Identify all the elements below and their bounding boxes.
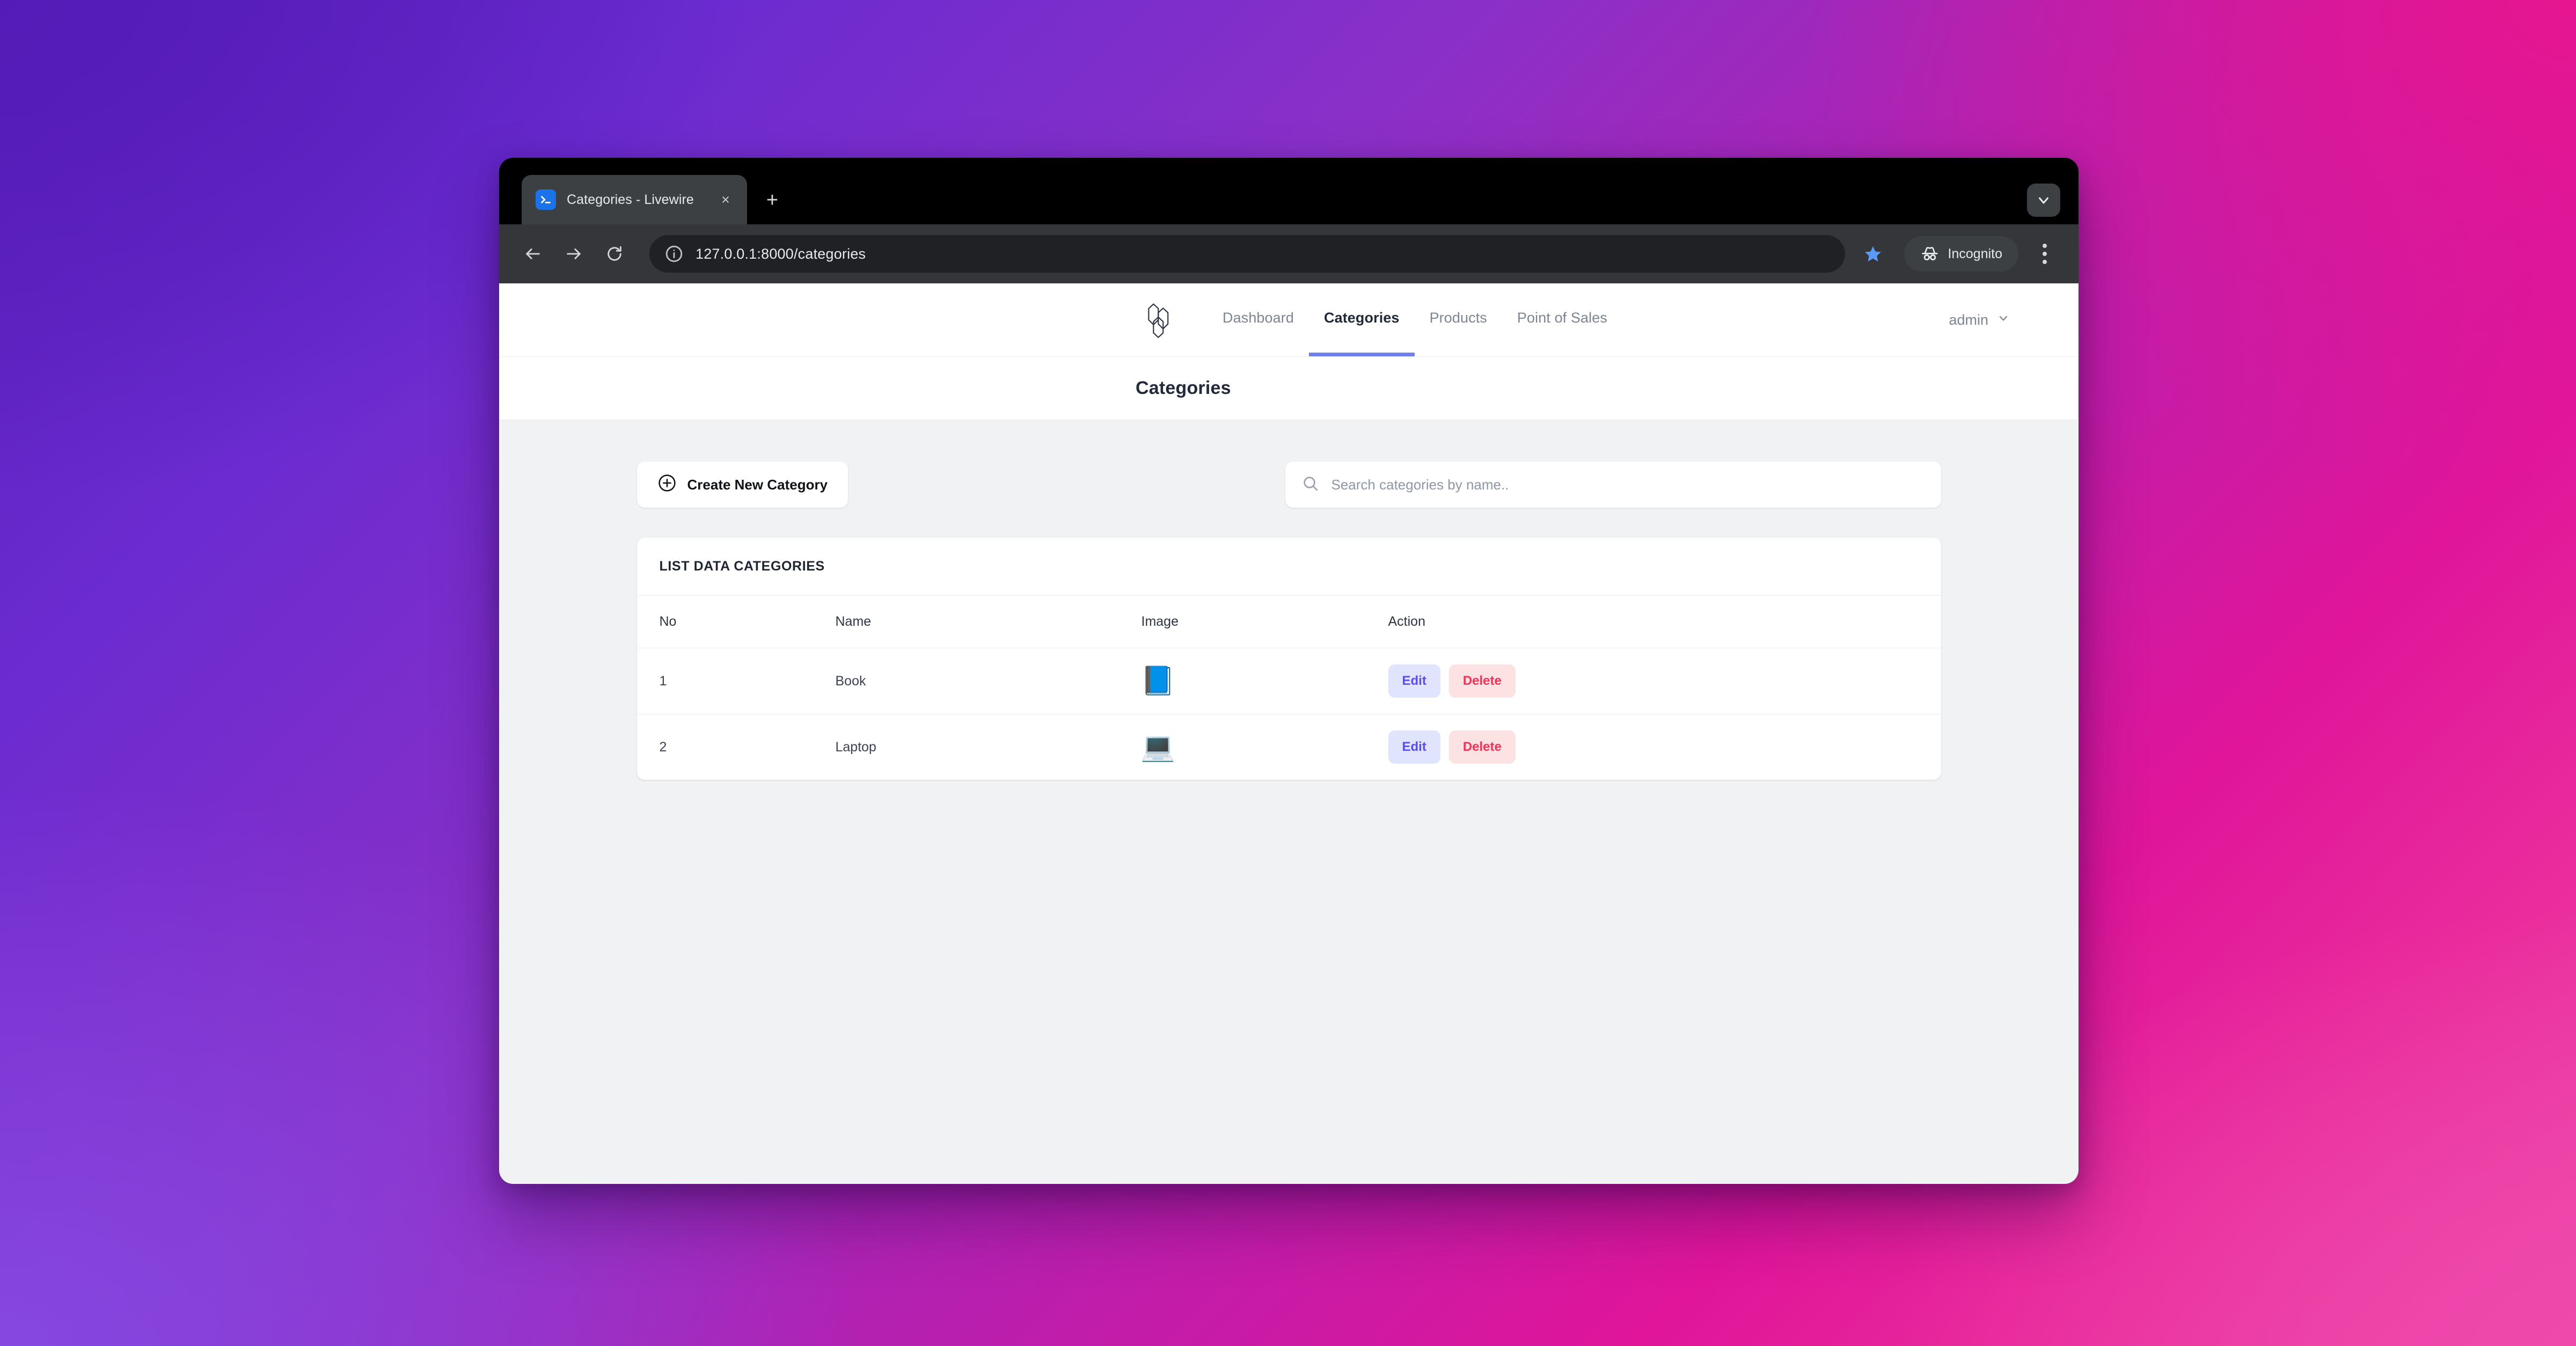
cell-image: 💻 bbox=[1140, 714, 1388, 780]
browser-window: Categories - Livewire × + 127.0.0.1:8000… bbox=[499, 158, 2079, 1184]
terminal-favicon bbox=[536, 189, 556, 210]
nav-links: Dashboard Categories Products Point of S… bbox=[1208, 283, 1622, 356]
cell-action: Edit Delete bbox=[1388, 714, 1941, 780]
categories-table: No Name Image Action 1 Book � bbox=[636, 596, 1941, 780]
table-head: No Name Image Action bbox=[636, 596, 1941, 648]
cell-image: 📘 bbox=[1140, 648, 1388, 714]
incognito-indicator[interactable]: Incognito bbox=[1904, 236, 2018, 272]
row-actions: Edit Delete bbox=[1388, 664, 1941, 698]
card-heading: LIST DATA CATEGORIES bbox=[636, 538, 1941, 596]
cell-name: Laptop bbox=[835, 739, 876, 755]
create-new-category-button[interactable]: Create New Category bbox=[636, 462, 848, 508]
app-navbar: Dashboard Categories Products Point of S… bbox=[499, 283, 2079, 356]
delete-button[interactable]: Delete bbox=[1448, 664, 1516, 698]
table-body: 1 Book 📘 Edit Delete 2 Laptop 💻 Edit Del… bbox=[636, 648, 1941, 780]
edit-button[interactable]: Edit bbox=[1388, 730, 1440, 764]
cell-name: Book bbox=[835, 648, 1141, 714]
column-header-name: Name bbox=[835, 596, 1141, 648]
content-container: Create New Category LIST DATA CATE bbox=[636, 462, 1941, 780]
bookmark-star-icon[interactable] bbox=[1854, 236, 1892, 272]
nav-item-products[interactable]: Products bbox=[1415, 283, 1502, 356]
row-actions: Edit Delete bbox=[1388, 730, 1941, 764]
search-input[interactable] bbox=[1331, 476, 1925, 493]
search-icon bbox=[1301, 474, 1320, 495]
cell-no: 2 bbox=[659, 739, 667, 755]
back-icon[interactable] bbox=[515, 236, 551, 272]
user-menu[interactable]: admin bbox=[1949, 312, 2037, 328]
column-header-image: Image bbox=[1141, 596, 1388, 648]
laptop-image: 💻 bbox=[1140, 731, 1175, 763]
nav-item-categories[interactable]: Categories bbox=[1309, 283, 1415, 356]
nav-item-dashboard[interactable]: Dashboard bbox=[1208, 283, 1309, 356]
search-box[interactable] bbox=[1285, 462, 1941, 508]
page-viewport: Dashboard Categories Products Point of S… bbox=[499, 283, 2079, 1184]
chevron-down-icon bbox=[1997, 312, 2010, 328]
browser-tab-strip: Categories - Livewire × + bbox=[499, 158, 2079, 224]
page-content: Create New Category LIST DATA CATE bbox=[499, 420, 2079, 1184]
tab-title: Categories - Livewire bbox=[567, 192, 694, 207]
plus-circle-icon bbox=[657, 473, 677, 496]
page-header: Categories bbox=[499, 356, 2079, 420]
new-tab-button[interactable]: + bbox=[757, 185, 788, 216]
create-new-category-label: Create New Category bbox=[687, 476, 828, 493]
book-image: 📘 bbox=[1140, 665, 1175, 697]
delete-button[interactable]: Delete bbox=[1448, 730, 1516, 764]
browser-menu-icon[interactable] bbox=[2029, 236, 2060, 272]
laravel-logo[interactable] bbox=[1143, 300, 1182, 340]
address-bar[interactable]: 127.0.0.1:8000/categories bbox=[649, 235, 1845, 273]
reload-icon[interactable] bbox=[597, 236, 632, 272]
site-info-icon[interactable] bbox=[664, 244, 684, 264]
page-title: Categories bbox=[1136, 378, 1231, 398]
close-icon[interactable]: × bbox=[716, 190, 735, 209]
incognito-label: Incognito bbox=[1948, 246, 2002, 261]
table-row: 2 Laptop 💻 Edit Delete bbox=[637, 714, 1941, 780]
column-header-action: Action bbox=[1388, 596, 1941, 648]
url-text: 127.0.0.1:8000/categories bbox=[696, 245, 866, 262]
forward-icon[interactable] bbox=[556, 236, 591, 272]
column-header-no: No bbox=[636, 596, 836, 648]
action-row: Create New Category bbox=[636, 462, 1941, 508]
cell-no: 1 bbox=[636, 648, 836, 714]
nav-item-point-of-sales[interactable]: Point of Sales bbox=[1502, 283, 1622, 356]
table-row: 1 Book 📘 Edit Delete bbox=[636, 648, 1941, 714]
browser-toolbar: 127.0.0.1:8000/categories Incognito bbox=[499, 224, 2079, 283]
edit-button[interactable]: Edit bbox=[1388, 664, 1440, 698]
browser-tab[interactable]: Categories - Livewire × bbox=[522, 175, 747, 224]
categories-card: LIST DATA CATEGORIES No Name Image Actio… bbox=[636, 538, 1941, 780]
user-name: admin bbox=[1949, 311, 1988, 328]
cell-action: Edit Delete bbox=[1388, 648, 1941, 714]
table-header-row: No Name Image Action bbox=[636, 596, 1941, 648]
chevron-down-icon[interactable] bbox=[2027, 184, 2060, 217]
